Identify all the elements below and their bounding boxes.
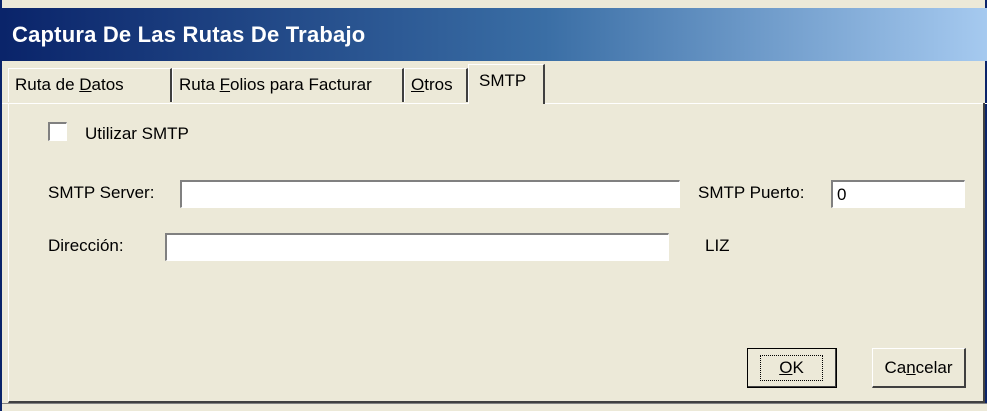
- address-label: Dirección:: [48, 236, 124, 255]
- cancel-label-suffix: celar: [915, 357, 953, 377]
- tab-label-suffix: atos: [91, 75, 124, 94]
- tab-label: SMTP: [479, 71, 527, 90]
- user-text: LIZ: [705, 236, 730, 255]
- tab-smtp[interactable]: SMTP: [468, 64, 545, 104]
- window-title: Captura De Las Rutas De Trabajo: [12, 22, 366, 47]
- tab-strip: Ruta de Datos Ruta Folios para Facturar …: [2, 62, 987, 104]
- tab-accel-key: F: [219, 75, 231, 94]
- address-input[interactable]: [165, 233, 669, 261]
- window-bottom-border: [2, 403, 987, 411]
- tab-accel-key: D: [79, 75, 92, 94]
- tab-ruta-folios[interactable]: Ruta Folios para Facturar: [172, 68, 404, 102]
- use-smtp-label[interactable]: Utilizar SMTP: [85, 124, 189, 144]
- title-bar[interactable]: Captura De Las Rutas De Trabajo: [2, 8, 987, 61]
- smtp-server-input[interactable]: [180, 180, 680, 208]
- use-smtp-checkbox[interactable]: [48, 122, 67, 141]
- ok-button[interactable]: OK: [747, 348, 837, 388]
- tab-label-suffix: olios para Facturar: [230, 75, 372, 94]
- smtp-server-label: SMTP Server:: [48, 183, 155, 202]
- tab-accel-key: O: [411, 75, 425, 94]
- tab-label-suffix: tros: [424, 75, 453, 94]
- smtp-port-input[interactable]: [831, 180, 965, 208]
- cancel-button[interactable]: Cancelar: [872, 348, 966, 388]
- dialog-window: Captura De Las Rutas De Trabajo Ruta de …: [0, 0, 987, 411]
- cancel-label-prefix: Ca: [884, 357, 907, 377]
- tab-label-prefix: Ruta: [179, 75, 220, 94]
- ok-label-rest: K: [792, 357, 804, 377]
- tab-ruta-datos[interactable]: Ruta de Datos: [8, 68, 172, 102]
- smtp-port-label: SMTP Puerto:: [698, 183, 805, 202]
- ok-accel-key: O: [779, 357, 793, 377]
- focus-rect: OK: [760, 354, 823, 381]
- cancel-accel-key: n: [906, 357, 916, 377]
- tab-otros[interactable]: Otros: [404, 68, 468, 102]
- tab-label-prefix: Ruta de: [15, 75, 80, 94]
